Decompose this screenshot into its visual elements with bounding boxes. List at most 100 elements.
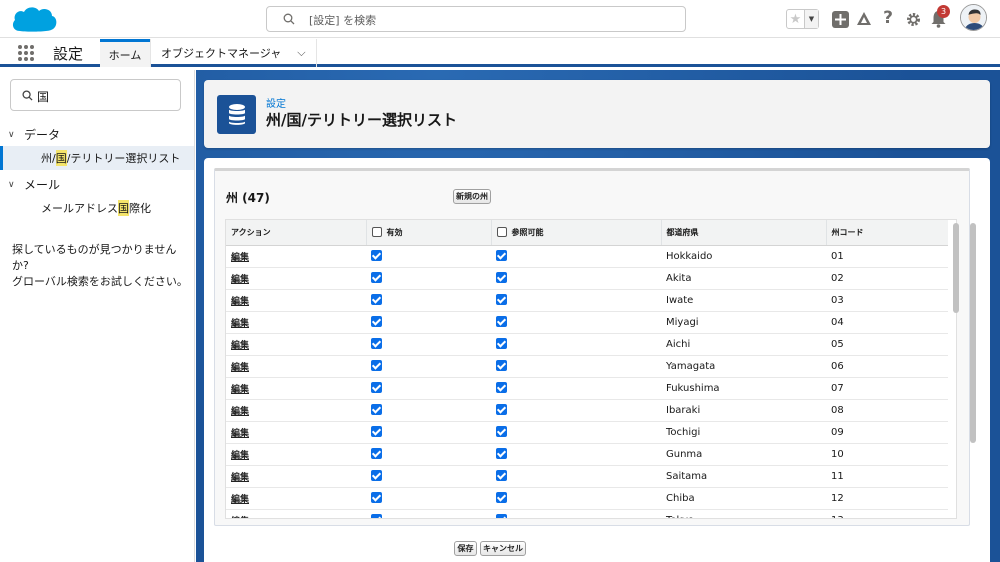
active-checkbox[interactable] [371,514,382,518]
edit-link[interactable]: 編集 [231,341,249,351]
visible-checkbox[interactable] [496,448,507,460]
add-icon[interactable] [829,8,851,30]
help-icon[interactable]: ? [877,7,899,29]
setup-sidebar: 国 ∨ データ 州/国/テリトリー選択リスト ∨ メール メールアドレス国際化 … [0,70,195,562]
table-scrollbar[interactable] [953,223,959,313]
active-checkbox[interactable] [371,294,382,306]
active-checkbox[interactable] [371,404,382,416]
cell-visible [491,311,661,334]
tree-section-label: データ [24,128,61,142]
database-icon [217,95,256,134]
cell-prefecture: Hokkaido [661,245,826,268]
cell-visible [491,377,661,400]
sidebar-item-state-country-picklists[interactable]: 州/国/テリトリー選択リスト [0,146,194,170]
avatar[interactable] [960,4,987,31]
app-launcher-icon[interactable] [18,45,34,61]
edit-link[interactable]: 編集 [231,363,249,373]
cell-active [366,245,491,268]
edit-link[interactable]: 編集 [231,473,249,483]
visible-checkbox[interactable] [496,360,507,372]
chevron-down-icon[interactable]: ⌵ [297,46,305,60]
col-header-prefecture: 都道府県 [661,220,827,246]
breadcrumb[interactable]: 設定 [266,95,286,110]
cell-prefecture: Ibaraki [661,399,826,422]
sidebar-item-label-post: /テリトリー選択リスト [66,152,181,165]
new-state-button[interactable]: 新規の州 [453,189,491,204]
table-row: 編集 Yamagata 06 [226,355,948,378]
active-checkbox[interactable] [371,338,382,350]
edit-link[interactable]: 編集 [231,451,249,461]
chevron-down-icon[interactable]: ▼ [805,10,818,28]
cell-prefecture: Akita [661,267,826,290]
cell-active [366,289,491,312]
cell-active [366,421,491,444]
cell-state-code: 12 [826,487,948,510]
edit-link[interactable]: 編集 [231,429,249,439]
edit-link[interactable]: 編集 [231,495,249,505]
col-header-label: 参照可能 [511,227,544,237]
global-search-input[interactable]: [設定] を検索 [266,6,686,32]
select-all-active-checkbox[interactable] [371,227,382,238]
cell-state-code: 10 [826,443,948,466]
edit-link[interactable]: 編集 [231,407,249,417]
edit-link[interactable]: 編集 [231,517,249,519]
visible-checkbox[interactable] [496,426,507,438]
tree-section-email[interactable]: ∨ メール [8,176,60,193]
visible-checkbox[interactable] [496,338,507,350]
sidebar-item-email-internationalization[interactable]: メールアドレス国際化 [0,196,194,220]
quick-find-input[interactable]: 国 [10,79,181,111]
visible-checkbox[interactable] [496,492,507,504]
cell-action: 編集 [226,333,366,356]
active-checkbox[interactable] [371,492,382,504]
main-content-area: 設定 州/国/テリトリー選択リスト 州 (47) 新規の州 アクション 有効 参… [196,70,1000,562]
active-checkbox[interactable] [371,360,382,372]
edit-link[interactable]: 編集 [231,319,249,329]
active-checkbox[interactable] [371,250,382,262]
salesforce-cloud-logo[interactable] [10,4,58,34]
tab-object-manager-label: オブジェクトマネージャ [161,47,282,60]
table-row: 編集 Ibaraki 08 [226,399,948,422]
visible-checkbox[interactable] [496,382,507,394]
active-checkbox[interactable] [371,448,382,460]
active-checkbox[interactable] [371,272,382,284]
visible-checkbox[interactable] [496,250,507,262]
active-checkbox[interactable] [371,470,382,482]
select-all-visible-checkbox[interactable] [496,227,507,238]
save-button[interactable]: 保存 [454,541,477,556]
edit-link[interactable]: 編集 [231,275,249,285]
visible-checkbox[interactable] [496,272,507,284]
col-header-label: 都道府県 [666,227,699,237]
cell-prefecture: Aichi [661,333,826,356]
app-name: 設定 [53,45,84,63]
active-checkbox[interactable] [371,426,382,438]
active-checkbox[interactable] [371,316,382,328]
tab-object-manager[interactable]: オブジェクトマネージャ ⌵ [150,39,317,67]
trailhead-icon[interactable] [853,8,875,30]
visible-checkbox[interactable] [496,514,507,518]
edit-link[interactable]: 編集 [231,253,249,263]
visible-checkbox[interactable] [496,470,507,482]
gear-icon[interactable] [902,8,924,30]
tree-section-data[interactable]: ∨ データ [8,126,60,143]
edit-link[interactable]: 編集 [231,385,249,395]
visible-checkbox[interactable] [496,294,507,306]
cell-visible [491,245,661,268]
cell-active [366,465,491,488]
cell-action: 編集 [226,465,366,488]
favorites-button[interactable]: ★ ▼ [786,9,819,29]
cell-action: 編集 [226,355,366,378]
cancel-button[interactable]: キャンセル [480,541,526,556]
edit-link[interactable]: 編集 [231,297,249,307]
page-scrollbar[interactable] [970,223,976,443]
active-checkbox[interactable] [371,382,382,394]
sidebar-item-label-post: 際化 [129,202,151,215]
visible-checkbox[interactable] [496,404,507,416]
table-row: 編集 Tokyo13 [226,509,948,519]
chevron-down-icon: ∨ [8,179,15,190]
tab-home[interactable]: ホーム [100,39,150,67]
star-icon[interactable]: ★ [787,10,805,28]
cell-visible [491,333,661,356]
visible-checkbox[interactable] [496,316,507,328]
cell-action: 編集 [226,245,366,268]
cell-prefecture: Fukushima [661,377,826,400]
